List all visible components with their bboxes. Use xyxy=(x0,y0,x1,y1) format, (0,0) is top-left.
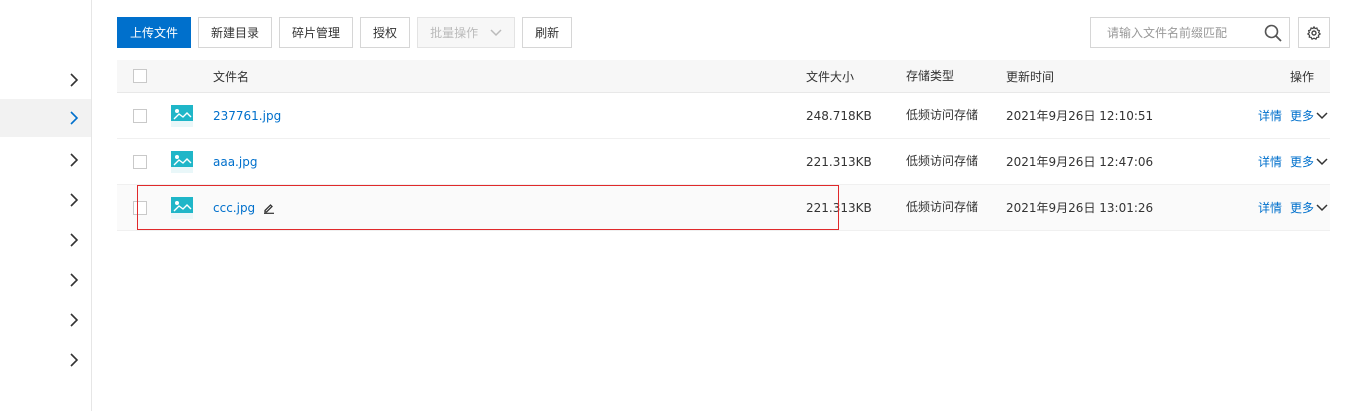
updated-time: 2021年9月26日 13:01:26 xyxy=(1006,201,1154,215)
header-updated-time: 更新时间 xyxy=(1006,69,1055,84)
chevron-right-icon xyxy=(70,73,79,87)
left-sidebar xyxy=(0,0,92,411)
storage-type: 低频访问存储 xyxy=(906,108,979,122)
select-all-checkbox[interactable] xyxy=(133,69,147,83)
row-checkbox[interactable] xyxy=(133,108,147,123)
batch-operations-dropdown[interactable]: 批量操作 xyxy=(417,17,516,48)
sidebar-item-3[interactable] xyxy=(0,141,91,179)
file-name-link[interactable]: aaa.jpg xyxy=(213,155,257,169)
file-name-link[interactable]: 237761.jpg xyxy=(213,109,281,123)
chevron-right-icon xyxy=(70,153,79,167)
upload-file-button[interactable]: 上传文件 xyxy=(117,17,192,48)
settings-button[interactable] xyxy=(1298,17,1330,48)
header-storage-type: 存储类型 xyxy=(906,68,955,83)
chevron-right-icon xyxy=(70,313,79,327)
gear-icon xyxy=(1307,25,1321,40)
sidebar-item-1[interactable] xyxy=(0,61,91,99)
more-label: 更多 xyxy=(1289,109,1314,123)
chevron-down-icon xyxy=(1316,203,1328,211)
chevron-right-icon xyxy=(70,353,79,367)
updated-time: 2021年9月26日 12:10:51 xyxy=(1006,109,1154,123)
search-icon xyxy=(1264,24,1282,42)
table-header: 文件名 文件大小 存储类型 更新时间 操作 xyxy=(117,60,1330,93)
sidebar-item-4[interactable] xyxy=(0,181,91,219)
detail-link[interactable]: 详情 xyxy=(1258,107,1282,124)
detail-link[interactable]: 详情 xyxy=(1258,153,1282,170)
row-checkbox[interactable] xyxy=(133,154,147,169)
file-name-link[interactable]: ccc.jpg xyxy=(213,201,255,215)
search-box xyxy=(1090,17,1290,48)
more-dropdown[interactable]: 更多 xyxy=(1290,153,1328,170)
file-size: 248.718KB xyxy=(806,108,872,123)
header-operations: 操作 xyxy=(1289,69,1314,84)
table-row: aaa.jpg 221.313KB 低频访问存储 2021年9月26日 12:4… xyxy=(117,139,1330,185)
image-file-icon xyxy=(171,196,193,219)
sidebar-item-7[interactable] xyxy=(0,301,91,339)
rename-button[interactable] xyxy=(263,202,275,214)
more-dropdown[interactable]: 更多 xyxy=(1290,107,1328,124)
authorize-button[interactable]: 授权 xyxy=(360,17,411,48)
image-file-icon xyxy=(171,104,193,127)
more-dropdown[interactable]: 更多 xyxy=(1290,199,1328,216)
updated-time: 2021年9月26日 12:47:06 xyxy=(1006,155,1154,169)
batch-operations-label: 批量操作 xyxy=(430,26,479,40)
more-label: 更多 xyxy=(1289,201,1314,215)
detail-link[interactable]: 详情 xyxy=(1258,199,1282,216)
image-file-icon xyxy=(171,150,193,173)
sidebar-item-5[interactable] xyxy=(0,221,91,259)
chevron-down-icon xyxy=(490,28,502,36)
refresh-button[interactable]: 刷新 xyxy=(522,17,573,48)
storage-type: 低频访问存储 xyxy=(906,200,979,214)
table-row: ccc.jpg 221.313KB 低频访问存储 2021年9月26日 13:0… xyxy=(117,185,1330,231)
table-row: 237761.jpg 248.718KB 低频访问存储 2021年9月26日 1… xyxy=(117,93,1330,139)
sidebar-item-2[interactable] xyxy=(0,99,91,137)
new-directory-button[interactable]: 新建目录 xyxy=(198,17,273,48)
chevron-down-icon xyxy=(1316,111,1328,119)
header-file-name: 文件名 xyxy=(213,69,250,84)
file-size: 221.313KB xyxy=(806,200,872,215)
toolbar: 上传文件 新建目录 碎片管理 授权 批量操作 刷新 xyxy=(117,17,573,48)
sidebar-item-8[interactable] xyxy=(0,341,91,379)
more-label: 更多 xyxy=(1289,155,1314,169)
chevron-right-icon xyxy=(70,233,79,247)
chevron-right-icon xyxy=(70,273,79,287)
chevron-right-icon xyxy=(70,111,79,125)
search-button[interactable] xyxy=(1257,18,1289,47)
search-input[interactable] xyxy=(1091,18,1257,47)
row-checkbox[interactable] xyxy=(133,200,147,215)
header-file-size: 文件大小 xyxy=(806,69,855,84)
fragment-management-button[interactable]: 碎片管理 xyxy=(279,17,354,48)
file-size: 221.313KB xyxy=(806,154,872,169)
storage-type: 低频访问存储 xyxy=(906,154,979,168)
pencil-icon xyxy=(264,203,275,214)
sidebar-item-6[interactable] xyxy=(0,261,91,299)
file-table: 文件名 文件大小 存储类型 更新时间 操作 237761.jpg 248.718… xyxy=(117,60,1330,231)
chevron-down-icon xyxy=(1316,157,1328,165)
chevron-right-icon xyxy=(70,193,79,207)
